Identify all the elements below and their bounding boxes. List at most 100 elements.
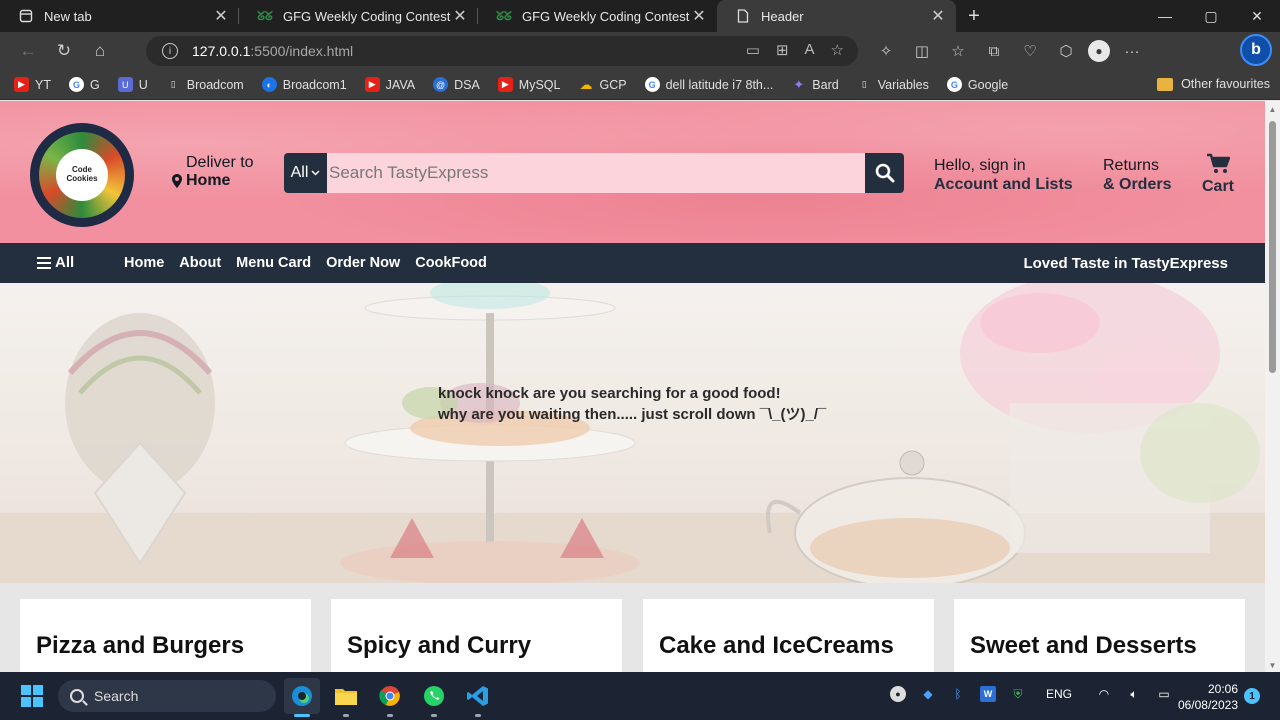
nav-link-home[interactable]: Home [124, 255, 164, 271]
close-icon[interactable]: ✕ [691, 6, 707, 26]
bookmark-item[interactable]: ▶ MySQL [497, 77, 561, 92]
cast-icon[interactable]: ▭ [746, 41, 760, 59]
site-navbar: All Home About Menu Card Order Now CookF… [0, 243, 1265, 283]
card-spicy-curry[interactable]: Spicy and Curry [331, 599, 622, 672]
nav-all-menu[interactable]: All [37, 254, 74, 271]
tab-gfg-contest-11[interactable]: ᘜᘜ GFG Weekly Coding Contest - 11 ✕ [478, 0, 717, 32]
scroll-up-icon[interactable]: ▲ [1265, 105, 1280, 114]
browser-essentials-icon[interactable]: ⬡ [1052, 36, 1080, 66]
site-logo[interactable]: Code Cookies [30, 123, 134, 227]
bookmark-item[interactable]: ▯ Variables [856, 77, 929, 92]
search-icon [875, 163, 894, 183]
bing-copilot-icon[interactable]: b [1240, 34, 1272, 66]
bard-icon: ✦ [793, 76, 805, 92]
bookmark-item[interactable]: G Google [946, 77, 1008, 92]
extensions-icon[interactable]: ✧ [872, 36, 900, 66]
tab-header[interactable]: Header ✕ [717, 0, 956, 32]
hero-banner: knock knock are you searching for a good… [0, 283, 1265, 583]
split-screen-icon[interactable]: ◫ [908, 36, 936, 66]
file-explorer-icon[interactable] [328, 678, 364, 717]
search-input[interactable] [327, 153, 865, 193]
account-menu[interactable]: Hello, sign in Account and Lists [934, 156, 1073, 194]
scrollbar-thumb[interactable] [1269, 121, 1276, 373]
wifi-icon[interactable]: ◠ [1096, 686, 1112, 702]
close-window-icon[interactable]: ✕ [1234, 0, 1280, 32]
close-icon[interactable]: ✕ [452, 6, 468, 26]
minimize-icon[interactable]: — [1142, 0, 1188, 32]
whatsapp-app-icon[interactable] [416, 678, 452, 717]
maximize-icon[interactable]: ▢ [1188, 0, 1234, 32]
browser-toolbar: ← ↻ ⌂ i 127.0.0.1:5500/index.html ▭ ⊞ A … [0, 32, 1280, 70]
bookmark-item[interactable]: ◐ Broadcom1 [261, 77, 347, 92]
edge-app-icon[interactable] [284, 678, 320, 717]
site-header: Code Cookies Deliver to Home All Hello, … [0, 101, 1265, 243]
address-host: 127.0.0.1 [192, 43, 251, 59]
bookmark-item[interactable]: ▯ Broadcom [165, 77, 244, 92]
deliver-to[interactable]: Deliver to Home [172, 154, 254, 190]
close-icon[interactable]: ✕ [930, 6, 946, 26]
nav-link-menu-card[interactable]: Menu Card [236, 255, 311, 271]
bookmark-item[interactable]: ☁ GCP [578, 77, 626, 92]
read-aloud-icon[interactable]: A [805, 41, 815, 59]
bookmark-item[interactable]: ▶ JAVA [364, 77, 415, 92]
bookmark-item[interactable]: UU [117, 77, 148, 92]
volume-icon[interactable]: 🔈︎ [1126, 686, 1142, 702]
battery-icon[interactable]: ▭ [1156, 686, 1172, 702]
browser-tab-strip: New tab ✕ ᘜᘜ GFG Weekly Coding Contest ✕… [0, 0, 1280, 32]
nav-link-about[interactable]: About [179, 255, 221, 271]
cart-button[interactable]: Cart [1202, 153, 1234, 196]
back-icon[interactable]: ← [10, 36, 46, 66]
bookmark-item[interactable]: Gdell latitude i7 8th... [644, 77, 773, 92]
card-sweet-desserts[interactable]: Sweet and Desserts [954, 599, 1245, 672]
bookmark-label: MySQL [518, 77, 561, 92]
windows-start-icon[interactable] [21, 685, 43, 707]
hero-message: knock knock are you searching for a good… [438, 383, 826, 425]
chat-bubble-icon[interactable]: ● [890, 686, 906, 702]
more-options-icon[interactable]: ··· [1118, 36, 1146, 66]
bookmark-item[interactable]: ✦ Bard [791, 77, 838, 92]
bluetooth-icon[interactable]: ᛒ [950, 686, 966, 702]
reload-icon[interactable]: ↻ [46, 36, 82, 66]
scroll-down-icon[interactable]: ▼ [1265, 661, 1280, 670]
site-info-icon[interactable]: i [162, 43, 178, 59]
vscode-app-icon[interactable] [460, 678, 496, 717]
bookmark-item[interactable]: @ DSA [433, 77, 480, 92]
collections-icon[interactable]: ⧉ [980, 36, 1008, 66]
tab-title: New tab [44, 8, 92, 24]
favorites-icon[interactable]: ☆ [944, 36, 972, 66]
new-tab-button[interactable]: + [956, 0, 992, 32]
search-category-select[interactable]: All [284, 153, 327, 193]
nav-link-order-now[interactable]: Order Now [326, 255, 400, 271]
tab-new-tab[interactable]: New tab ✕ [0, 0, 239, 32]
apps-icon[interactable]: ⊞ [776, 41, 789, 59]
other-favourites-folder[interactable]: Other favourites [1157, 77, 1270, 91]
tab-gfg-contest[interactable]: ᘜᘜ GFG Weekly Coding Contest ✕ [239, 0, 478, 32]
clock-date: 06/08/2023 [1177, 698, 1238, 712]
bookmark-label: Broadcom [186, 77, 244, 92]
language-indicator[interactable]: ENG [1046, 687, 1072, 701]
returns-label: Returns [1103, 157, 1160, 174]
chrome-app-icon[interactable] [372, 678, 408, 717]
search-bar: All [284, 153, 904, 193]
taskbar-search[interactable]: Search [58, 680, 276, 712]
profile-avatar-icon[interactable]: ● [1088, 40, 1110, 62]
card-cake-icecreams[interactable]: Cake and IceCreams [643, 599, 934, 672]
bookmark-item[interactable]: ▶ YT [14, 77, 51, 92]
notification-badge[interactable]: 1 [1244, 688, 1260, 704]
search-button[interactable] [865, 153, 904, 193]
page-scrollbar[interactable]: ▲ ▼ [1265, 101, 1280, 672]
favorite-star-icon[interactable]: ☆ [831, 41, 844, 59]
address-bar[interactable]: i 127.0.0.1:5500/index.html ▭ ⊞ A ☆ [146, 36, 858, 66]
paint-icon[interactable]: ◆ [920, 686, 936, 702]
security-shield-icon[interactable]: ⛨ [1010, 686, 1026, 702]
nav-link-cookfood[interactable]: CookFood [415, 255, 487, 271]
close-icon[interactable]: ✕ [213, 6, 229, 26]
home-icon[interactable]: ⌂ [82, 36, 118, 66]
performance-icon[interactable]: ♡ [1016, 36, 1044, 66]
search-category-label: All [290, 164, 309, 181]
bookmark-item[interactable]: GG [68, 77, 100, 92]
card-pizza-burgers[interactable]: Pizza and Burgers [20, 599, 311, 672]
word-icon[interactable]: W [980, 686, 996, 702]
returns-orders[interactable]: Returns & Orders [1103, 156, 1171, 194]
taskbar-clock[interactable]: 20:06 06/08/2023 [1172, 681, 1238, 713]
